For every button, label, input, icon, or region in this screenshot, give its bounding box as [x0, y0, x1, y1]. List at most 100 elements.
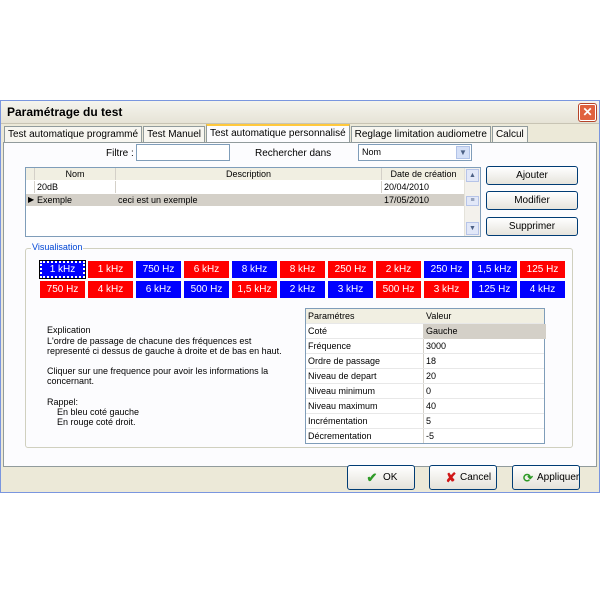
- row-nom: Exemple: [35, 194, 116, 206]
- frequency-button-r2-5[interactable]: 1,5 kHz: [232, 281, 277, 298]
- filter-input[interactable]: [136, 144, 230, 161]
- frequency-button-r1-6[interactable]: 8 kHz: [280, 261, 325, 278]
- parameter-row[interactable]: Niveau maximum 40: [306, 399, 544, 414]
- scroll-down-icon[interactable]: ▼: [466, 222, 479, 235]
- parameter-value: Gauche: [424, 324, 546, 339]
- row-marker: [26, 181, 35, 193]
- explanation-line: Rappel:: [47, 397, 79, 407]
- add-button[interactable]: Ajouter: [486, 166, 578, 185]
- cancel-button[interactable]: ✘ Cancel: [429, 465, 497, 490]
- explanation-line: Cliquer sur une frequence pour avoir les…: [47, 366, 269, 376]
- row-marker-icon: ▶: [28, 194, 35, 206]
- filter-label: Filtre :: [106, 148, 134, 159]
- search-in-value: Nom: [362, 147, 382, 157]
- grid-header-nom[interactable]: Nom: [35, 168, 116, 180]
- frequency-button-r2-2[interactable]: 4 kHz: [88, 281, 133, 298]
- frequency-button-r1-2[interactable]: 1 kHz: [88, 261, 133, 278]
- parameters-header-key: Paramétres: [308, 311, 355, 321]
- chevron-down-icon[interactable]: ▼: [456, 146, 470, 159]
- explanation-line: concernant.: [47, 376, 95, 386]
- tests-grid: Nom Description Date de création 20dB 20…: [25, 167, 481, 237]
- frequency-button-r2-6[interactable]: 2 kHz: [280, 281, 325, 298]
- row-date: 20/04/2010: [382, 181, 466, 193]
- title-bar: Paramétrage du test ✕: [1, 101, 599, 124]
- parameter-key: Ordre de passage: [308, 356, 381, 366]
- window-title: Paramétrage du test: [7, 105, 123, 119]
- frequency-button-r1-5[interactable]: 8 kHz: [232, 261, 277, 278]
- grid-header-marker: [26, 168, 35, 180]
- grid-scrollbar[interactable]: ▲ ≡ ▼: [464, 168, 480, 236]
- table-row[interactable]: 20dB 20/04/2010: [26, 181, 466, 193]
- frequency-button-r2-4[interactable]: 500 Hz: [184, 281, 229, 298]
- parameter-value: 20: [426, 371, 437, 381]
- frequency-button-r1-8[interactable]: 2 kHz: [376, 261, 421, 278]
- grid-header-date[interactable]: Date de création: [382, 168, 466, 180]
- table-row-selected[interactable]: ▶ Exemple ceci est un exemple 17/05/2010: [26, 194, 466, 206]
- close-button[interactable]: ✕: [579, 104, 596, 121]
- delete-button[interactable]: Supprimer: [486, 217, 578, 236]
- cancel-label: Cancel: [460, 472, 492, 483]
- scroll-thumb[interactable]: ≡: [466, 196, 479, 206]
- grid-header-description[interactable]: Description: [116, 168, 382, 180]
- parameters-header-value: Valeur: [426, 311, 452, 321]
- explanation-line: En rouge coté droit.: [47, 417, 136, 427]
- frequency-button-r1-7[interactable]: 250 Hz: [328, 261, 373, 278]
- tab-test-automatique-personnalise[interactable]: Test automatique personnalisé: [206, 124, 350, 143]
- visualisation-label: Visualisation: [31, 242, 84, 252]
- tab-calcul[interactable]: Calcul: [491, 126, 528, 142]
- parameter-key: Incrémentation: [308, 416, 368, 426]
- frequency-button-r2-8[interactable]: 500 Hz: [376, 281, 421, 298]
- parameter-key: Niveau de depart: [308, 371, 377, 381]
- tab-test-automatique-programme[interactable]: Test automatique programmé: [4, 126, 143, 142]
- tab-reglage-limitation[interactable]: Reglage limitation audiometre: [350, 126, 491, 142]
- parameter-value: 18: [426, 356, 437, 366]
- parameter-row[interactable]: Niveau de depart 20: [306, 369, 544, 384]
- parameter-key: Niveau minimum: [308, 386, 376, 396]
- frequency-button-r2-10[interactable]: 125 Hz: [472, 281, 517, 298]
- apply-label: Appliquer: [537, 472, 580, 483]
- row-description: [116, 181, 382, 193]
- frequency-button-r2-9[interactable]: 3 kHz: [424, 281, 469, 298]
- frequency-button-r1-4[interactable]: 6 kHz: [184, 261, 229, 278]
- grid-header: Nom Description Date de création: [26, 168, 466, 180]
- parameter-key: Décrementation: [308, 431, 372, 441]
- ok-button[interactable]: ✔ OK: [347, 465, 415, 490]
- frequency-button-r1-11[interactable]: 125 Hz: [520, 261, 565, 278]
- parameter-row[interactable]: Coté Gauche: [306, 324, 546, 339]
- parameter-row[interactable]: Décrementation -5: [306, 429, 544, 444]
- parameter-value: 5: [426, 416, 432, 426]
- parameter-key: Fréquence: [308, 341, 352, 351]
- parameter-value: -5: [426, 431, 435, 441]
- parameter-key: Coté: [308, 326, 328, 336]
- refresh-icon: ⟳: [522, 471, 534, 485]
- parameter-value: 3000: [426, 341, 447, 351]
- parameter-row[interactable]: Incrémentation 5: [306, 414, 544, 429]
- search-in-label: Rechercher dans: [255, 148, 332, 159]
- parameter-key: Niveau maximum: [308, 401, 378, 411]
- edit-button[interactable]: Modifier: [486, 191, 578, 210]
- parameters-table: Paramétres Valeur Coté Gauche Fréquence …: [305, 308, 546, 444]
- frequency-button-r2-11[interactable]: 4 kHz: [520, 281, 565, 298]
- parameter-value: 0: [426, 386, 432, 396]
- frequency-button-r2-3[interactable]: 6 kHz: [136, 281, 181, 298]
- frequency-button-r1-1[interactable]: 1 kHz: [39, 260, 86, 279]
- tab-test-manuel[interactable]: Test Manuel: [143, 126, 205, 142]
- row-date: 17/05/2010: [382, 194, 466, 206]
- check-icon: ✔: [366, 470, 378, 485]
- parameters-header: Paramétres Valeur: [306, 309, 544, 324]
- scroll-up-icon[interactable]: ▲: [466, 169, 479, 182]
- search-in-select[interactable]: Nom ▼: [358, 144, 472, 161]
- parameter-row[interactable]: Fréquence 3000: [306, 339, 544, 354]
- parameter-row[interactable]: Ordre de passage 18: [306, 354, 544, 369]
- frequency-button-r1-10[interactable]: 1,5 kHz: [472, 261, 517, 278]
- ok-label: OK: [383, 472, 398, 483]
- parameter-row[interactable]: Niveau minimum 0: [306, 384, 544, 399]
- tab-strip: Test automatique programmé Test Manuel T…: [4, 124, 529, 143]
- explanation-line: L'ordre de passage de chacune des fréque…: [47, 336, 252, 346]
- frequency-button-r2-1[interactable]: 750 Hz: [40, 281, 85, 298]
- frequency-button-r1-3[interactable]: 750 Hz: [136, 261, 181, 278]
- frequency-button-r2-7[interactable]: 3 kHz: [328, 281, 373, 298]
- cross-icon: ✘: [445, 470, 457, 485]
- frequency-button-r1-9[interactable]: 250 Hz: [424, 261, 469, 278]
- apply-button[interactable]: ⟳ Appliquer: [512, 465, 580, 490]
